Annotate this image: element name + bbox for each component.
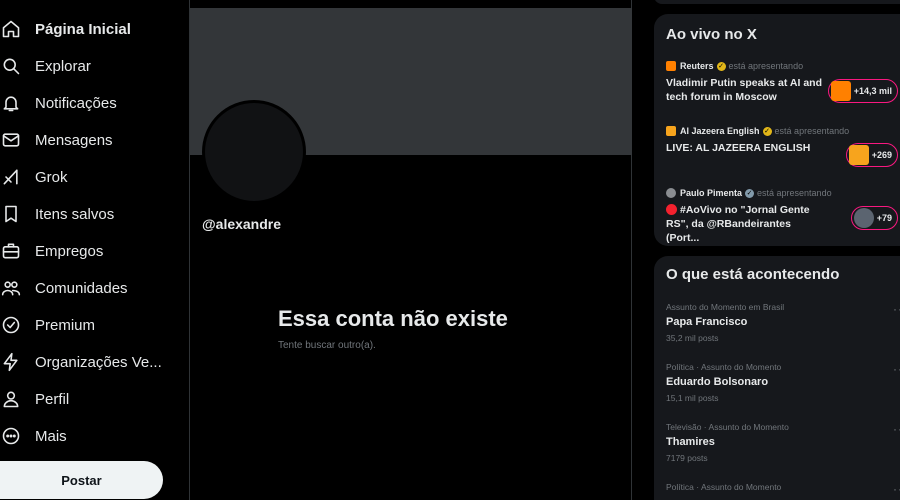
user-icon (0, 388, 22, 410)
live-dot-icon (666, 204, 677, 215)
trend-post-count: 7179 posts (666, 453, 708, 463)
trend-name: Papa Francisco (666, 316, 748, 328)
nav-item-bookmarks[interactable]: Itens salvos (0, 199, 186, 229)
more-options-icon[interactable]: ··· (893, 362, 900, 376)
envelope-icon (0, 129, 22, 151)
live-listeners-pill[interactable]: +269 (845, 143, 898, 167)
nav-item-home[interactable]: Página Inicial (0, 14, 186, 44)
verified-icon: ✓ (762, 126, 772, 136)
grok-icon (0, 166, 22, 188)
more-options-icon[interactable]: ··· (893, 482, 900, 496)
account-not-found-subtitle: Tente buscar outro(a). (278, 340, 376, 351)
post-button[interactable]: Postar (0, 461, 163, 499)
live-on-x-card: Ao vivo no X Reuters ✓ está apresentando… (654, 14, 900, 246)
nav-item-label: Página Inicial (35, 20, 131, 38)
card-top-edge (654, 0, 900, 4)
more-options-icon[interactable]: ··· (893, 302, 900, 316)
live-presenting: está apresentando (728, 61, 804, 71)
trend-name: Thamires (666, 436, 715, 448)
profile-handle: @alexandre (202, 216, 282, 232)
live-listener-count: +79 (876, 213, 892, 223)
people-icon (0, 277, 22, 299)
lightning-icon (0, 351, 22, 373)
nav-item-label: Notificações (35, 94, 117, 112)
avatar[interactable] (202, 100, 306, 204)
live-item[interactable]: Al Jazeera English ✓ está apresentando L… (666, 125, 900, 167)
nav-item-label: Itens salvos (35, 205, 115, 223)
live-thumbnail (853, 208, 874, 228)
profile-column: @alexandre Essa conta não existe Tente b… (189, 0, 632, 500)
trend-post-count: 35,2 mil posts (666, 333, 719, 343)
live-title: LIVE: AL JAZEERA ENGLISH (666, 142, 811, 154)
home-icon (0, 18, 22, 40)
nav-item-label: Organizações Ve... (35, 353, 162, 371)
trend-post-count: 15,1 mil posts (666, 393, 719, 403)
avatar (666, 188, 676, 198)
nav-item-grok[interactable]: Grok (0, 162, 186, 192)
nav-item-label: Explorar (35, 57, 91, 75)
aljazeera-logo-icon (666, 126, 676, 136)
nav-item-notifications[interactable]: Notificações (0, 88, 186, 118)
nav-item-label: Comunidades (35, 279, 128, 297)
nav-item-profile[interactable]: Perfil (0, 384, 186, 414)
live-thumbnail (830, 81, 851, 101)
trend-name: Eduardo Bolsonaro (666, 376, 769, 388)
live-source-name: Al Jazeera English (680, 126, 760, 136)
nav-item-jobs[interactable]: Empregos (0, 236, 186, 266)
trend-context: Assunto do Momento em Brasil (666, 302, 785, 312)
briefcase-icon (0, 240, 22, 262)
live-item[interactable]: Paulo Pimenta ✓ está apresentando #AoViv… (666, 187, 900, 245)
verified-icon: ✓ (716, 61, 726, 71)
search-icon (0, 55, 22, 77)
nav-item-communities[interactable]: Comunidades (0, 273, 186, 303)
nav-item-messages[interactable]: Mensagens (0, 125, 186, 155)
trend-item[interactable]: Televisão · Assunto do Momento Thamires … (666, 422, 900, 463)
live-listener-count: +14,3 mil (853, 86, 892, 96)
nav-item-verified-orgs[interactable]: Organizações Ve... (0, 347, 186, 377)
trends-card: O que está acontecendo Assunto do Moment… (654, 256, 900, 500)
bookmark-icon (0, 203, 22, 225)
live-listeners-pill[interactable]: +14,3 mil (827, 79, 898, 103)
nav-item-explore[interactable]: Explorar (0, 51, 186, 81)
right-sidebar: Ao vivo no X Reuters ✓ está apresentando… (654, 0, 900, 500)
verified-icon: ✓ (745, 188, 755, 198)
nav-item-label: Grok (35, 168, 68, 186)
nav-item-label: Empregos (35, 242, 104, 260)
live-section-title: Ao vivo no X (666, 26, 757, 43)
account-not-found-title: Essa conta não existe (278, 306, 508, 331)
trend-item[interactable]: Política · Assunto do Momento ··· (666, 482, 900, 496)
more-options-icon[interactable]: ··· (893, 422, 900, 436)
live-item[interactable]: Reuters ✓ está apresentando Vladimir Put… (666, 60, 900, 104)
live-thumbnail (848, 145, 869, 165)
trend-item[interactable]: Política · Assunto do Momento Eduardo Bo… (666, 362, 900, 403)
trend-context: Televisão · Assunto do Momento (666, 422, 789, 432)
live-listener-count: +269 (871, 150, 892, 160)
trend-context: Política · Assunto do Momento (666, 482, 782, 492)
live-title: #AoVivo no "Jornal Gente RS", da @RBande… (666, 204, 810, 244)
live-source-name: Reuters (680, 61, 714, 71)
nav-item-label: Mais (35, 427, 67, 445)
left-navigation: Página Inicial Explorar Notificações Men… (0, 0, 188, 500)
live-presenting: está apresentando (757, 188, 832, 198)
bell-icon (0, 92, 22, 114)
nav-item-label: Mensagens (35, 131, 113, 149)
nav-item-label: Perfil (35, 390, 70, 408)
live-presenting: está apresentando (774, 126, 850, 136)
nav-item-premium[interactable]: Premium (0, 310, 186, 340)
reuters-logo-icon (666, 61, 676, 71)
nav-item-label: Premium (35, 316, 96, 334)
trend-context: Política · Assunto do Momento (666, 362, 782, 372)
trend-item[interactable]: Assunto do Momento em Brasil Papa Franci… (666, 302, 900, 343)
trends-section-title: O que está acontecendo (666, 266, 840, 283)
live-source-name: Paulo Pimenta (680, 188, 743, 198)
live-listeners-pill[interactable]: +79 (850, 206, 898, 230)
more-circle-icon (0, 425, 22, 447)
live-title: Vladimir Putin speaks at AI and tech for… (666, 77, 822, 103)
verified-badge-icon (0, 314, 22, 336)
nav-item-more[interactable]: Mais (0, 421, 186, 451)
